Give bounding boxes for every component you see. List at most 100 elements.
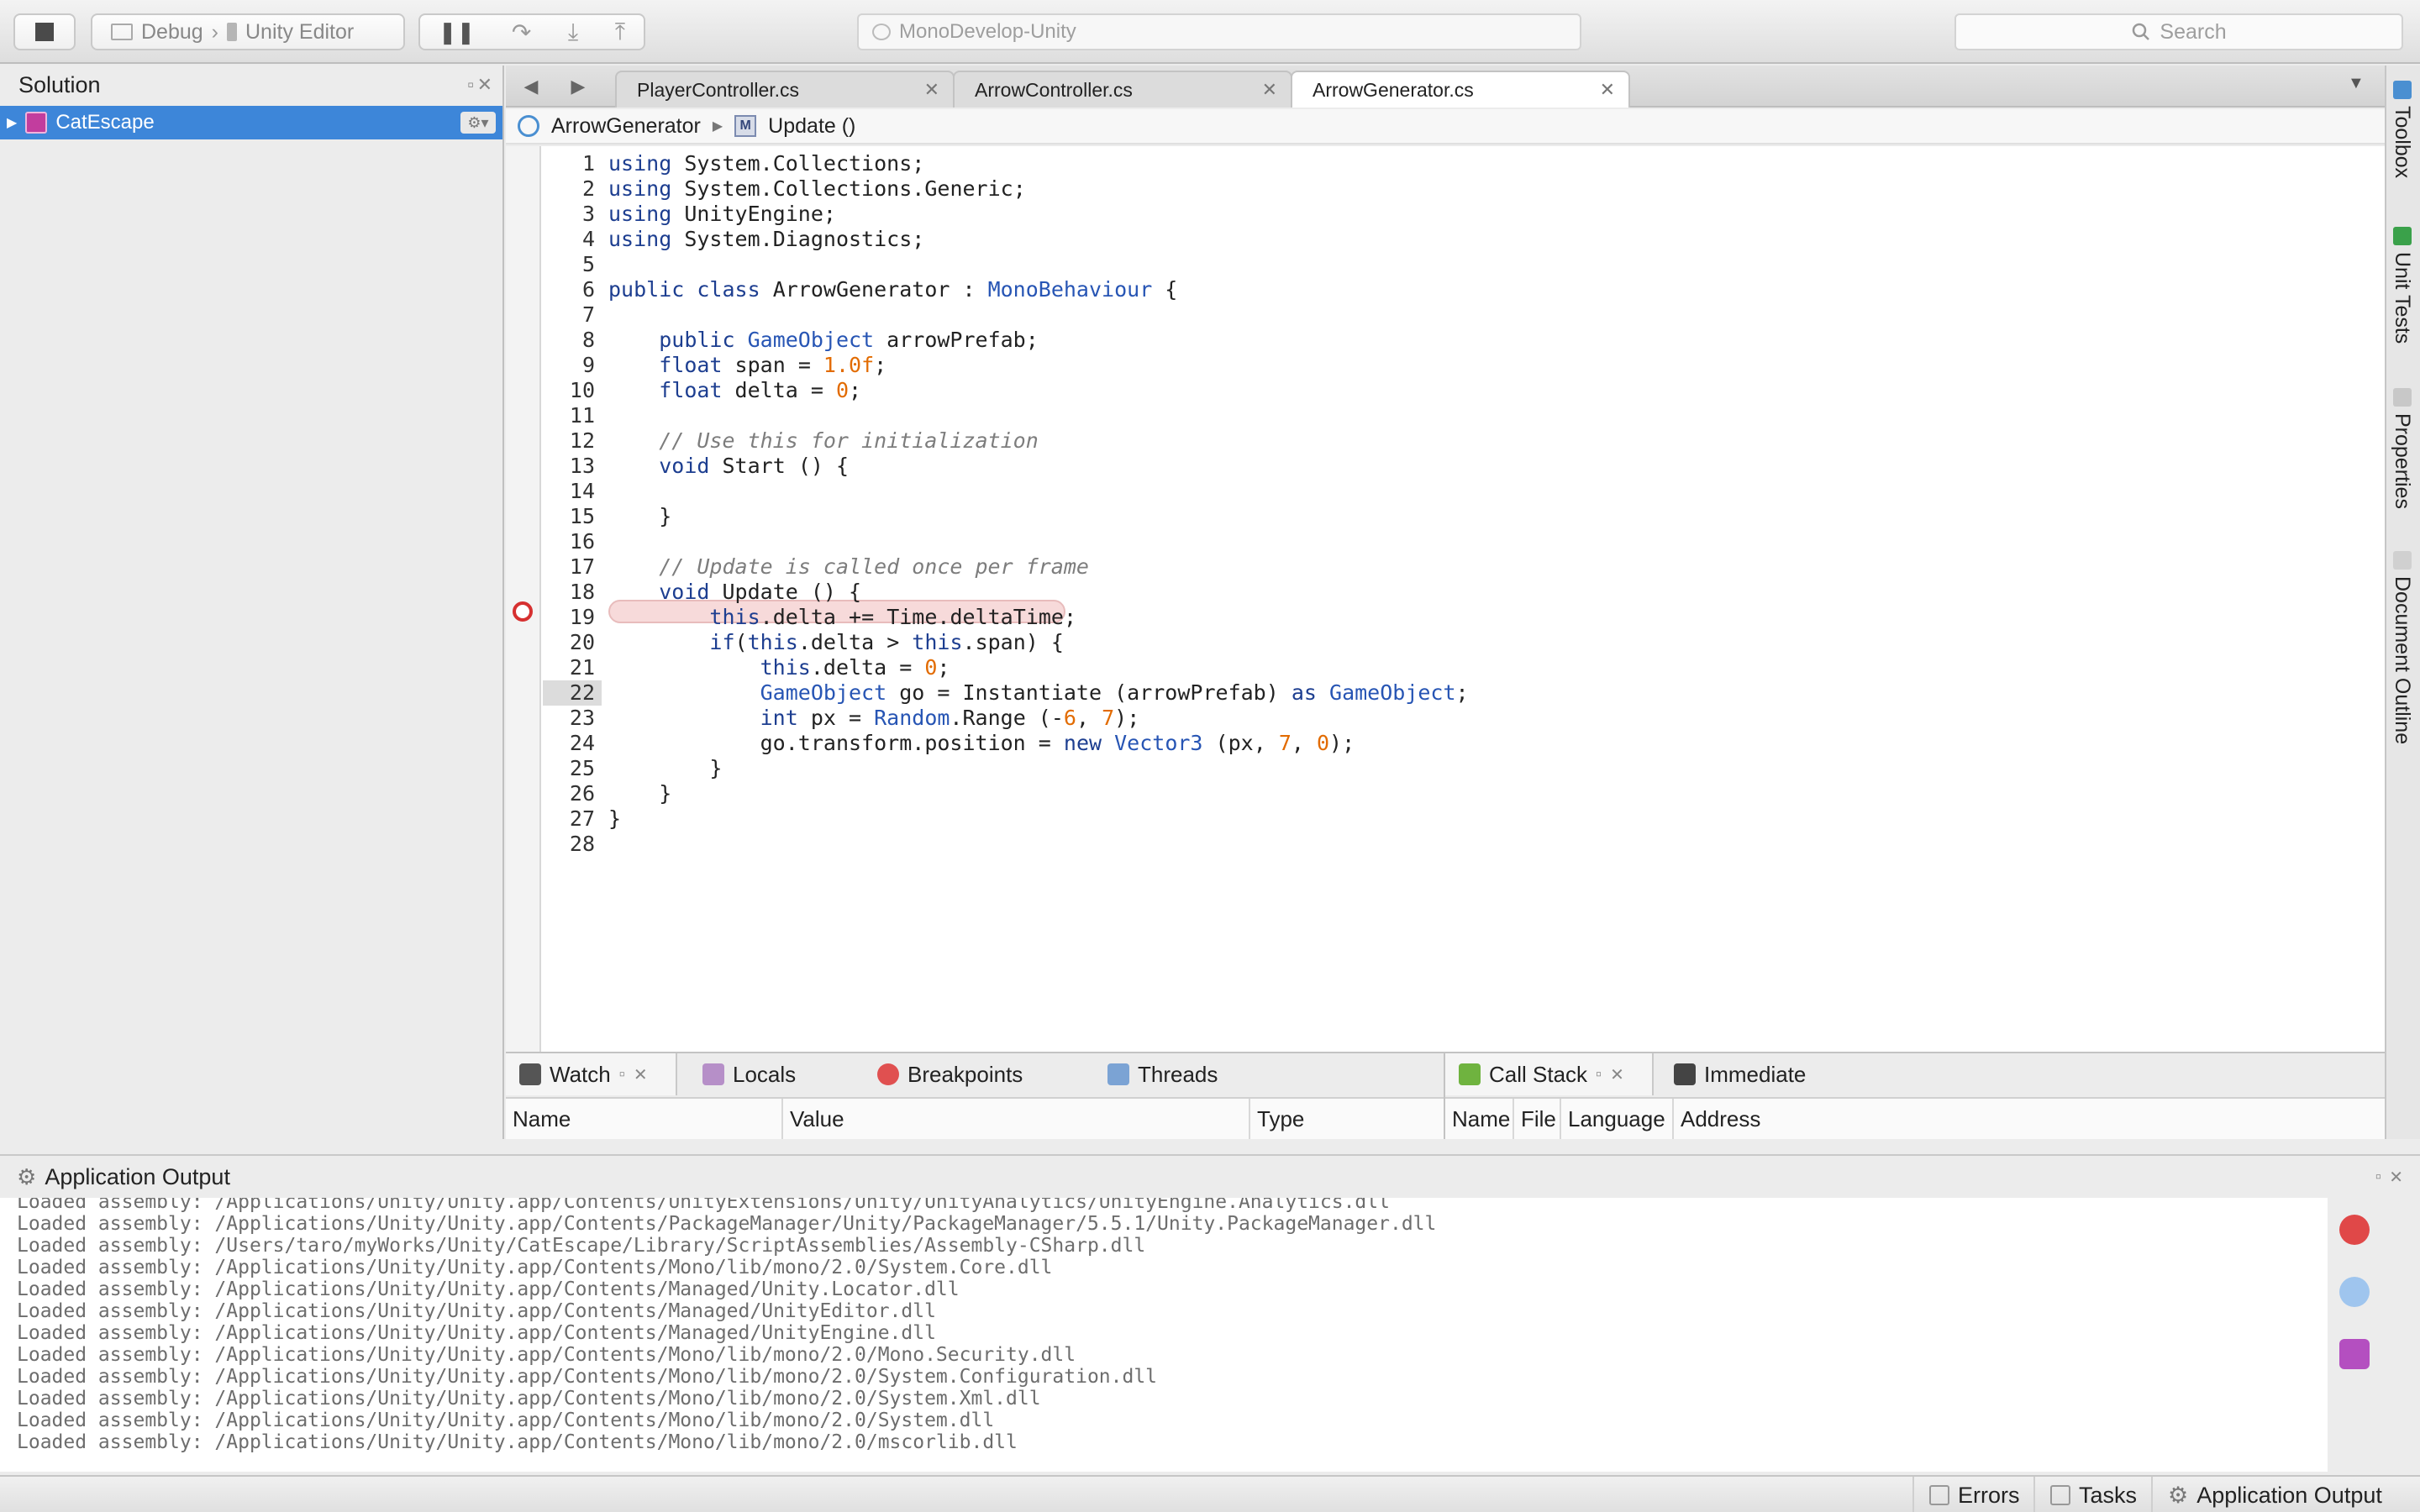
tab-breakpoints[interactable]: Breakpoints	[864, 1053, 1082, 1095]
tab-overflow-icon[interactable]: ▼	[2348, 74, 2365, 93]
tab-label: Threads	[1138, 1061, 1218, 1087]
debug-controls: ❚❚ ↷ ⤓ ⤒	[418, 13, 645, 50]
nav-back-icon[interactable]: ◀	[514, 74, 548, 99]
line-number: 26	[569, 781, 595, 806]
code-line[interactable]: this.delta += Time.deltaTime;	[608, 605, 1076, 630]
close-icon[interactable]: ✕	[1610, 1064, 1624, 1085]
code-line[interactable]: using System.Collections.Generic;	[608, 176, 1026, 202]
sidebar-label: Toolbox	[2391, 106, 2414, 179]
code-line[interactable]: GameObject go = Instantiate (arrowPrefab…	[608, 680, 1469, 706]
expand-triangle-icon[interactable]: ▶	[7, 114, 17, 131]
breadcrumb-separator-icon: ▶	[712, 119, 723, 134]
stop-output-icon[interactable]	[2339, 1215, 2370, 1245]
tab-call-stack[interactable]: Call Stack ▫ ✕	[1445, 1053, 1654, 1095]
column-language[interactable]: Language	[1561, 1099, 1674, 1139]
pause-icon[interactable]: ❚❚	[439, 19, 476, 45]
status-bar: Errors Tasks ⚙ Application Output	[0, 1475, 2420, 1512]
dock-icon[interactable]: ▫	[467, 74, 474, 96]
close-icon[interactable]: ✕	[2389, 1167, 2403, 1188]
solution-title: Solution	[18, 71, 101, 97]
tab-watch[interactable]: Watch ▫ ✕	[506, 1053, 677, 1095]
dock-icon[interactable]: ▫	[2375, 1168, 2381, 1187]
errors-button[interactable]: Errors	[1912, 1477, 2035, 1512]
sidebar-item-properties[interactable]: Properties	[2390, 388, 2414, 509]
sidebar-item-document-outline[interactable]: Document Outline	[2390, 551, 2414, 744]
tasks-button[interactable]: Tasks	[2033, 1477, 2152, 1512]
output-line: Loaded assembly: /Applications/Unity/Uni…	[17, 1257, 1053, 1278]
dock-icon[interactable]: ▫	[1596, 1065, 1602, 1084]
close-icon[interactable]: ✕	[1600, 79, 1615, 101]
clear-output-icon[interactable]	[2339, 1277, 2370, 1307]
code-line[interactable]: void Start () {	[608, 454, 849, 479]
window-title-bar: MonoDevelop-Unity	[857, 13, 1581, 50]
sidebar-item-toolbox[interactable]: Toolbox	[2390, 81, 2414, 178]
tab-locals[interactable]: Locals	[689, 1053, 857, 1095]
code-line[interactable]: go.transform.position = new Vector3 (px,…	[608, 731, 1355, 756]
device-icon	[227, 23, 237, 41]
run-configuration-selector[interactable]: Debug › Unity Editor	[91, 13, 405, 50]
tab-arrowgenerator[interactable]: ArrowGenerator.cs ✕	[1291, 71, 1630, 108]
close-icon[interactable]: ✕	[924, 79, 939, 101]
line-number: 25	[569, 756, 595, 780]
code-line[interactable]: }	[608, 806, 621, 832]
step-into-icon[interactable]: ⤓	[568, 18, 578, 46]
pin-icon[interactable]	[2339, 1339, 2370, 1369]
line-number: 7	[581, 302, 595, 327]
column-address[interactable]: Address	[1674, 1099, 1926, 1139]
code-line[interactable]: using System.Diagnostics;	[608, 227, 924, 252]
tab-immediate[interactable]: Immediate	[1660, 1053, 1845, 1095]
code-line[interactable]: public class ArrowGenerator : MonoBehavi…	[608, 277, 1177, 302]
close-icon[interactable]: ✕	[1262, 79, 1277, 101]
gear-icon[interactable]: ⚙▾	[460, 112, 496, 134]
breakpoint-icon[interactable]	[513, 601, 533, 622]
output-line: Loaded assembly: /Applications/Unity/Uni…	[17, 1278, 960, 1300]
dock-icon[interactable]: ▫	[619, 1065, 625, 1084]
breakpoint-margin[interactable]	[506, 146, 541, 1052]
column-type[interactable]: Type	[1250, 1099, 1444, 1139]
nav-forward-icon[interactable]: ▶	[561, 74, 595, 99]
tab-arrowcontroller[interactable]: ArrowController.cs ✕	[953, 71, 1292, 108]
stop-button[interactable]	[13, 13, 76, 50]
code-editor[interactable]: 1 2 3 4 5 6 7 8 9 10 11 12 13 14 15 16 17 18 19 20 21 22 23 24 2…	[506, 146, 2385, 1052]
tab-label: ArrowGenerator.cs	[1313, 78, 1474, 101]
column-value[interactable]: Value	[783, 1099, 1250, 1139]
code-line[interactable]: if(this.delta > this.span) {	[608, 630, 1064, 655]
code-line[interactable]: this.delta = 0;	[608, 655, 950, 680]
output-gear-icon: ⚙	[2168, 1482, 2189, 1508]
code-line[interactable]: float span = 1.0f;	[608, 353, 886, 378]
search-input[interactable]: Search	[1954, 13, 2403, 50]
code-line[interactable]: using System.Collections;	[608, 151, 924, 176]
code-line[interactable]: // Use this for initialization	[608, 428, 1039, 454]
close-icon[interactable]: ✕	[477, 74, 492, 96]
step-over-icon[interactable]: ↷	[512, 18, 531, 46]
column-file[interactable]: File	[1514, 1099, 1561, 1139]
column-name[interactable]: Name	[506, 1099, 783, 1139]
breadcrumb-class[interactable]: ArrowGenerator	[551, 114, 701, 139]
column-name[interactable]: Name	[1445, 1099, 1514, 1139]
line-number: 27	[569, 806, 595, 831]
code-line[interactable]: }	[608, 781, 671, 806]
code-line[interactable]: int px = Random.Range (-6, 7);	[608, 706, 1140, 731]
solution-pad: Solution ▫ ✕ ▶ CatEscape ⚙▾	[0, 66, 504, 1139]
call-stack-column-header: Name File Language Address	[1445, 1097, 2386, 1139]
code-line[interactable]: void Update () {	[608, 580, 861, 605]
tab-threads[interactable]: Threads	[1094, 1053, 1262, 1095]
sidebar-item-unit-tests[interactable]: Unit Tests	[2390, 227, 2414, 344]
line-number: 16	[569, 529, 595, 554]
code-line[interactable]: public GameObject arrowPrefab;	[608, 328, 1039, 353]
code-line[interactable]: float delta = 0;	[608, 378, 861, 403]
tab-label: Locals	[733, 1061, 797, 1087]
code-line[interactable]: using UnityEngine;	[608, 202, 836, 227]
solution-item-catescape[interactable]: ▶ CatEscape ⚙▾	[0, 106, 502, 139]
tab-playercontroller[interactable]: PlayerController.cs ✕	[615, 71, 955, 108]
step-out-icon[interactable]: ⤒	[615, 18, 625, 46]
output-log[interactable]: Loaded assembly: /Applications/Unity/Uni…	[0, 1198, 2328, 1472]
document-tab-bar: ◀ ▶ PlayerController.cs ✕ ArrowControlle…	[506, 66, 2385, 108]
code-line[interactable]: // Update is called once per frame	[608, 554, 1089, 580]
breadcrumb-method[interactable]: Update ()	[768, 114, 855, 139]
code-line[interactable]: }	[608, 504, 671, 529]
terminal-icon	[1674, 1063, 1696, 1085]
close-icon[interactable]: ✕	[634, 1064, 648, 1085]
application-output-button[interactable]: ⚙ Application Output	[2151, 1477, 2397, 1512]
code-line[interactable]: }	[608, 756, 722, 781]
